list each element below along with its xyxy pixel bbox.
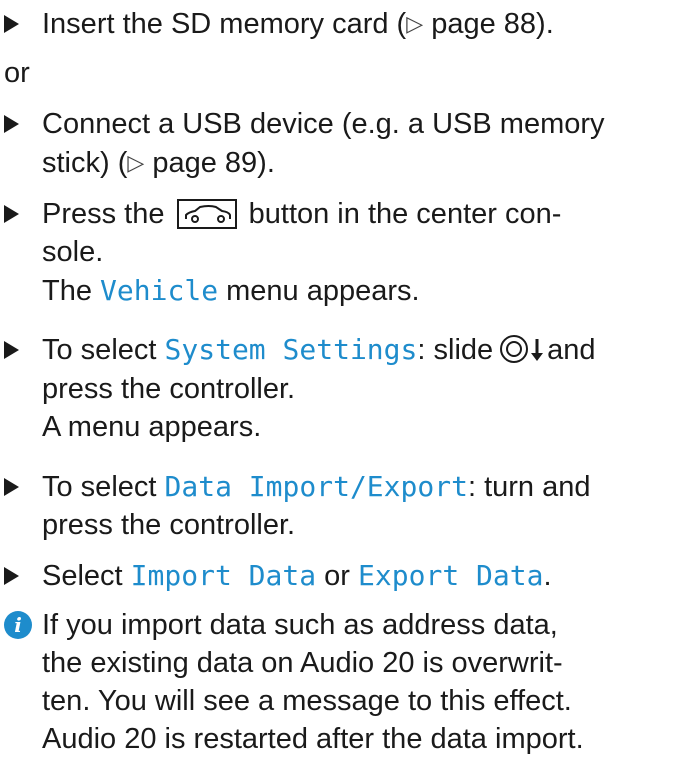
info-icon: i [4,611,32,639]
step-select-data-import-export-cont: press the controller. [42,509,296,541]
step-system-settings-result: A menu appears. [42,411,262,443]
system-settings-label: System Settings [164,333,418,366]
step-insert-sd: Insert the SD memory card (▷ page 88). [42,8,554,40]
step-select-data-import-export: To select Data Import/Export: turn and [42,470,591,503]
bullet-icon [4,205,19,223]
step-press-vehicle-button-cont: sole. [42,236,104,268]
data-import-export-label: Data Import/Export [164,470,468,503]
export-data-label: Export Data [358,559,544,592]
bullet-icon [4,567,19,585]
step-connect-usb: Connect a USB device (e.g. a USB memory [42,108,605,140]
bullet-icon [4,15,19,33]
info-note-line4: Audio 20 is restarted after the data imp… [42,723,584,755]
info-note-line3: ten. You will see a message to this effe… [42,685,572,717]
bullet-icon [4,478,19,496]
info-note-line1: If you import data such as address data, [42,609,558,641]
step-select-system-settings-cont: press the controller. [42,373,296,405]
manual-page: Insert the SD memory card (▷ page 88). o… [0,0,673,782]
or-text: or [4,57,30,89]
page-ref-icon: ▷ [406,11,424,36]
import-data-label: Import Data [130,559,317,592]
bullet-icon [4,115,19,133]
step-connect-usb-cont: stick) (▷ page 89). [42,147,275,179]
page-ref-icon: ▷ [127,150,145,175]
bullet-icon [4,341,19,359]
step-select-import-export: Select Import Data or Export Data. [42,559,552,592]
vehicle-menu-label: Vehicle [100,274,219,307]
controller-slide-down-icon [499,333,545,374]
step-press-vehicle-button: Press the button in the center con- [42,198,562,230]
step-vehicle-result: The Vehicle menu appears. [42,274,420,307]
info-note-line2: the existing data on Audio 20 is overwri… [42,647,563,679]
vehicle-button-icon [176,199,237,229]
step-select-system-settings: To select System Settings: slide and [42,332,596,374]
